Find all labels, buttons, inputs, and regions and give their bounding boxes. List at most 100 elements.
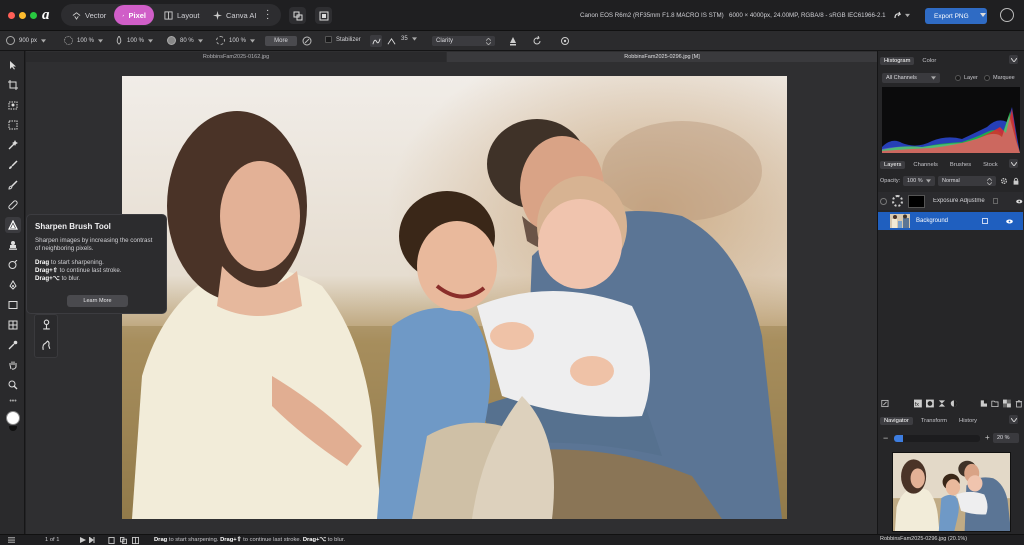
quick-action-button[interactable] — [893, 9, 913, 22]
tab-color[interactable]: Color — [918, 57, 940, 65]
paint-brush-tool[interactable] — [5, 157, 21, 173]
visibility-eye-icon[interactable] — [1006, 218, 1013, 224]
stabilizer-toggle[interactable]: Stabilizer — [325, 36, 361, 43]
zoom-level-field[interactable]: 20 % — [993, 433, 1019, 443]
tab-brushes[interactable]: Brushes — [946, 161, 975, 169]
live-filter-icon[interactable] — [950, 399, 958, 408]
document-tab[interactable]: RobbinsFam2025-0162.jpg — [26, 52, 446, 62]
tab-history[interactable]: History — [955, 417, 981, 425]
layer-checkbox[interactable] — [982, 218, 988, 224]
tab-channels[interactable]: Channels — [909, 161, 942, 169]
protect-alpha-button[interactable] — [508, 36, 518, 46]
sharpen-mode-select[interactable]: Clarity — [432, 36, 495, 46]
fx-icon[interactable]: fx — [914, 399, 923, 408]
opacity-control[interactable]: 100 % — [64, 36, 104, 45]
checker-fill-icon[interactable] — [1003, 399, 1012, 408]
layer-radio[interactable]: Layer — [955, 75, 978, 81]
stabilizer-checkbox[interactable] — [325, 36, 332, 43]
tab-navigator[interactable]: Navigator — [880, 416, 913, 425]
layer-expand-icon[interactable] — [880, 197, 887, 205]
radio-button[interactable] — [955, 75, 961, 81]
pen-tool[interactable] — [5, 277, 21, 293]
color-picker-tool[interactable] — [5, 337, 21, 353]
smudge-brush-tool[interactable] — [41, 340, 52, 351]
primary-color-swatch[interactable] — [6, 411, 20, 425]
account-icon[interactable] — [1000, 8, 1014, 22]
affinity-logo-icon[interactable]: a — [42, 7, 56, 23]
layer-opacity-select[interactable]: 100 % — [903, 176, 935, 186]
mask-icon[interactable] — [926, 399, 934, 408]
add-pixel-layer-icon[interactable] — [980, 399, 988, 408]
hourglass-adjustment-icon[interactable] — [938, 399, 946, 408]
brush-settings-button[interactable] — [302, 36, 312, 46]
tab-histogram[interactable]: Histogram — [880, 56, 915, 65]
clone-brush-tool[interactable] — [5, 237, 21, 253]
layers-collapse-button[interactable] — [1009, 159, 1018, 168]
visibility-eye-icon[interactable] — [1016, 199, 1023, 204]
zoom-window-button[interactable] — [30, 12, 37, 19]
zoom-out-button[interactable]: − — [883, 434, 888, 443]
hardness-control[interactable]: 80 % — [167, 36, 203, 45]
spreads-button[interactable] — [132, 537, 139, 544]
width-control[interactable]: 900 px — [6, 36, 47, 45]
vector-persona-button[interactable]: Vector — [64, 5, 114, 25]
close-window-button[interactable] — [8, 12, 15, 19]
tab-stock[interactable]: Stock — [979, 161, 1002, 169]
more-menu-icon[interactable]: · · · — [266, 6, 270, 24]
selection-brush-tool[interactable] — [5, 97, 21, 113]
radio-button[interactable] — [984, 75, 990, 81]
export-button[interactable]: Export PNG — [925, 8, 987, 24]
layer-settings-button[interactable] — [1000, 177, 1008, 185]
rope-mode-button[interactable] — [370, 35, 382, 47]
snapping-button[interactable] — [315, 7, 332, 24]
flow-control[interactable]: 100 % — [115, 36, 154, 45]
tab-transform[interactable]: Transform — [917, 417, 951, 425]
layer-options-icon[interactable] — [881, 399, 889, 408]
share-button[interactable] — [289, 7, 306, 24]
pixel-persona-button[interactable]: Pixel — [114, 5, 154, 25]
export-options-button[interactable] — [980, 13, 986, 18]
crop-tool[interactable] — [5, 77, 21, 93]
minimize-window-button[interactable] — [19, 12, 26, 19]
layer-row[interactable]: Exposure Adjustme — [878, 192, 1023, 210]
document-tab-active[interactable]: RobbinsFam2025-0296.jpg [M] — [447, 52, 877, 62]
dodge-brush-tool[interactable] — [41, 319, 52, 330]
strength-control[interactable]: 100 % — [216, 36, 256, 45]
tab-layers[interactable]: Layers — [880, 160, 906, 169]
stabilizer-amount[interactable]: 35 — [401, 36, 417, 42]
window-mode-button[interactable] — [385, 35, 397, 47]
color-replacement-tool[interactable] — [5, 177, 21, 193]
canva-ai-persona-button[interactable]: Canva AI — [205, 5, 264, 25]
marquee-radio[interactable]: Marquee — [984, 75, 1015, 81]
document-canvas[interactable] — [122, 76, 787, 519]
navigator-collapse-button[interactable] — [1009, 415, 1018, 424]
secondary-color-swatch[interactable] — [9, 426, 17, 431]
mesh-warp-tool[interactable] — [5, 317, 21, 333]
page-view-button[interactable] — [108, 537, 115, 544]
next-page-button[interactable] — [80, 537, 86, 543]
histogram-collapse-button[interactable] — [1009, 55, 1018, 64]
zoom-in-button[interactable]: + — [985, 434, 990, 442]
zoom-tool[interactable] — [5, 377, 21, 393]
sharpen-brush-tool[interactable] — [5, 217, 21, 233]
healing-brush-tool[interactable] — [5, 197, 21, 213]
navigator-preview[interactable] — [892, 452, 1011, 532]
marquee-tool[interactable] — [5, 117, 21, 133]
move-tool[interactable] — [5, 57, 21, 73]
more-tools-icon[interactable]: ••• — [6, 398, 20, 405]
page-menu-button[interactable] — [8, 537, 15, 543]
pages-grid-button[interactable] — [120, 537, 127, 544]
force-pressure-button[interactable] — [560, 36, 570, 46]
view-tool[interactable] — [5, 357, 21, 373]
trash-icon[interactable] — [1015, 399, 1023, 408]
more-button[interactable]: More — [265, 36, 297, 46]
inpainting-brush-tool[interactable] — [5, 257, 21, 273]
layer-lock-button[interactable] — [1012, 177, 1020, 185]
zoom-slider[interactable] — [894, 435, 980, 442]
flood-select-tool[interactable] — [5, 137, 21, 153]
wet-edges-button[interactable] — [532, 36, 542, 46]
layer-row-selected[interactable]: Background — [878, 212, 1023, 230]
layout-persona-button[interactable]: Layout — [156, 5, 208, 25]
last-page-button[interactable] — [89, 537, 95, 543]
shape-tool[interactable] — [5, 297, 21, 313]
